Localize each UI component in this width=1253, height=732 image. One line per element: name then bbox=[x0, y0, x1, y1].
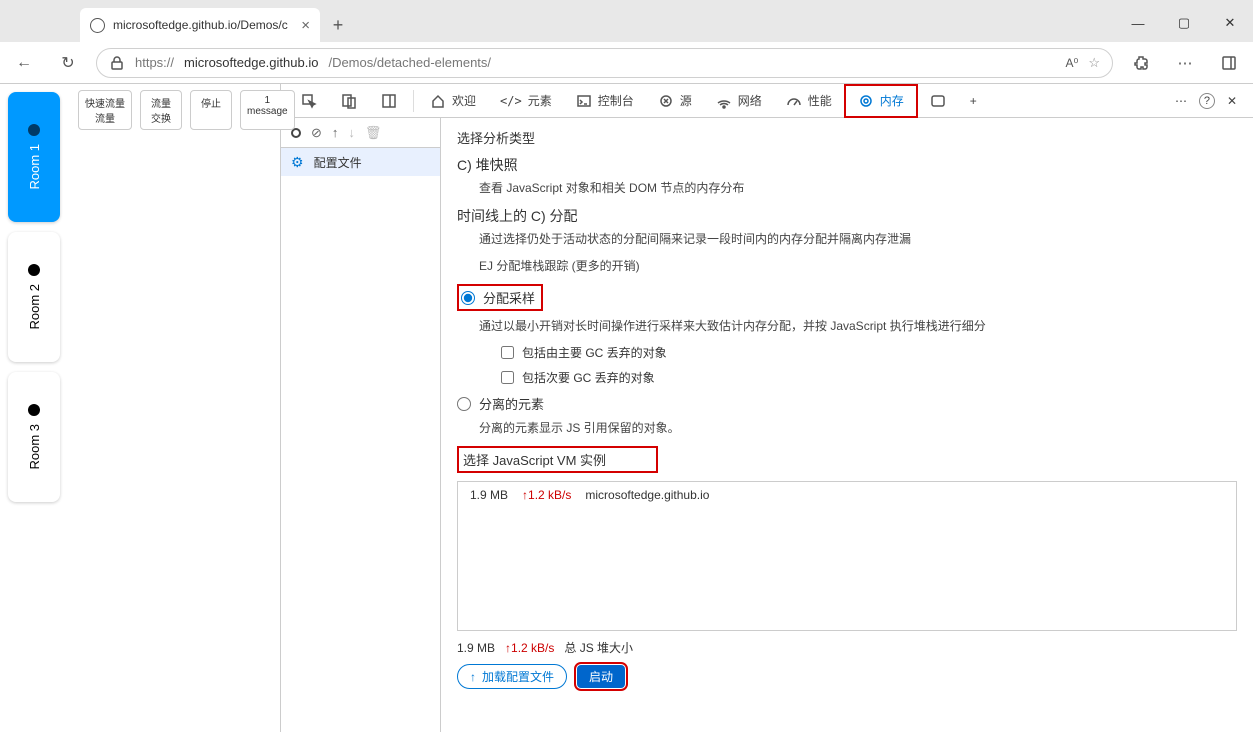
inspect-element-icon[interactable] bbox=[289, 84, 329, 118]
trash-icon[interactable]: 🗑 bbox=[365, 125, 382, 141]
major-gc-checkbox[interactable] bbox=[501, 346, 514, 359]
extensions-icon[interactable] bbox=[1125, 47, 1157, 79]
start-button[interactable]: 启动 bbox=[577, 665, 625, 688]
app-btn-traffic-swap[interactable]: 流量交换 bbox=[140, 90, 182, 130]
settings-icon[interactable]: ⚙ bbox=[291, 154, 304, 171]
clear-icon[interactable]: ⊘ bbox=[311, 125, 322, 141]
tab-network[interactable]: 网络 bbox=[704, 84, 774, 118]
window-controls: — ▢ ✕ bbox=[1115, 4, 1253, 42]
favorite-icon[interactable]: ☆ bbox=[1088, 55, 1100, 71]
heap-snapshot-desc: 查看 JavaScript 对象和相关 DOM 节点的内存分布 bbox=[479, 179, 1237, 196]
detached-radio[interactable] bbox=[457, 397, 471, 411]
profiles-row[interactable]: ⚙ 配置文件 bbox=[281, 148, 440, 176]
vm-instance-list[interactable]: 1.9 MB ↑1.2 kB/s microsoftedge.github.io bbox=[457, 481, 1237, 631]
memory-main-panel: 选择分析类型 C) 堆快照 查看 JavaScript 对象和相关 DOM 节点… bbox=[441, 118, 1253, 732]
timeline-alloc-desc: 通过选择仍处于活动状态的分配间隔来记录一段时间内的内存分配并隔离内存泄漏 bbox=[479, 230, 1237, 247]
memory-toolbar: ⊘ ↑ ↓ 🗑 bbox=[281, 118, 440, 148]
window-titlebar: microsoftedge.github.io/Demos/c × + — ▢ … bbox=[0, 0, 1253, 42]
profiles-label: 配置文件 bbox=[314, 154, 362, 171]
url-protocol: https:// bbox=[135, 55, 174, 70]
total-label: 总 JS 堆大小 bbox=[564, 639, 633, 656]
heap-snapshot-title: C) 堆快照 bbox=[457, 155, 1237, 175]
sampling-title: 分配采样 bbox=[483, 288, 535, 307]
app-action-buttons: 快速流量流量 流量交换 停止 1message bbox=[78, 90, 295, 130]
panel-heading: 选择分析类型 bbox=[457, 128, 1237, 147]
tab-console[interactable]: 控制台 bbox=[564, 84, 646, 118]
back-button[interactable]: ← bbox=[8, 47, 40, 79]
major-gc-label: 包括由主要 GC 丢弃的对象 bbox=[522, 344, 667, 361]
room-2[interactable]: Room 2 bbox=[8, 232, 60, 362]
devtools-help-icon[interactable]: ? bbox=[1199, 93, 1215, 109]
reading-mode-icon[interactable]: A⁰ bbox=[1066, 56, 1079, 70]
refresh-button[interactable]: ↻ bbox=[52, 47, 84, 79]
vm-rate: ↑1.2 kB/s bbox=[522, 488, 571, 502]
room-3[interactable]: Room 3 bbox=[8, 372, 60, 502]
devtools-tabstrip: 欢迎 </>元素 控制台 源 网络 性能 内存 + ⋯ ? ✕ bbox=[281, 84, 1253, 118]
tab-title: microsoftedge.github.io/Demos/c bbox=[113, 18, 288, 32]
devtools-panel: 欢迎 </>元素 控制台 源 网络 性能 内存 + ⋯ ? ✕ ⊘ ↑ ↓ bbox=[280, 84, 1253, 732]
tab-elements[interactable]: </>元素 bbox=[488, 84, 564, 118]
sidebar-toggle-icon[interactable] bbox=[1213, 47, 1245, 79]
tab-performance[interactable]: 性能 bbox=[774, 84, 844, 118]
total-size: 1.9 MB bbox=[457, 641, 495, 655]
device-toggle-icon[interactable] bbox=[329, 84, 369, 118]
load-profile-button[interactable]: ↑ 加载配置文件 bbox=[457, 664, 567, 689]
allocation-sampling-option[interactable]: 分配采样 bbox=[457, 284, 1237, 311]
url-path: /Demos/detached-elements/ bbox=[328, 55, 491, 70]
globe-icon bbox=[90, 18, 105, 33]
vm-instance-row[interactable]: 1.9 MB ↑1.2 kB/s microsoftedge.github.io bbox=[458, 482, 1236, 508]
app-btn-message[interactable]: 1message bbox=[240, 90, 295, 130]
maximize-button[interactable]: ▢ bbox=[1161, 4, 1207, 42]
minor-gc-label: 包括次要 GC 丢弃的对象 bbox=[522, 369, 655, 386]
devtools-close-icon[interactable]: ✕ bbox=[1227, 94, 1237, 108]
tab-memory[interactable]: 内存 bbox=[844, 84, 918, 118]
app-btn-stop[interactable]: 停止 bbox=[190, 90, 232, 130]
minimize-button[interactable]: — bbox=[1115, 4, 1161, 42]
detached-title: 分离的元素 bbox=[479, 394, 544, 413]
tab-welcome[interactable]: 欢迎 bbox=[418, 84, 488, 118]
memory-sidebar: ⊘ ↑ ↓ 🗑 ⚙ 配置文件 bbox=[281, 118, 441, 732]
tab-app-icon[interactable] bbox=[918, 84, 958, 118]
timeline-alloc-title: 时间线上的 C) 分配 bbox=[457, 206, 1237, 226]
close-window-button[interactable]: ✕ bbox=[1207, 4, 1253, 42]
app-btn-fast-traffic[interactable]: 快速流量流量 bbox=[78, 90, 132, 130]
vm-section-label: 选择 JavaScript VM 实例 bbox=[463, 450, 606, 469]
vm-size: 1.9 MB bbox=[470, 488, 508, 502]
main-area: Room 1 Room 2 Room 3 欢迎 </>元素 控制台 源 网络 性… bbox=[0, 84, 1253, 732]
timeline-alloc-sub: EJ 分配堆栈跟踪 (更多的开销) bbox=[479, 257, 1237, 274]
download-icon[interactable]: ↓ bbox=[348, 125, 355, 140]
tab-add-button[interactable]: + bbox=[958, 84, 989, 118]
detached-desc: 分离的元素显示 JS 引用保留的对象。 bbox=[479, 419, 1237, 436]
upload-icon[interactable]: ↑ bbox=[332, 125, 339, 140]
minor-gc-checkbox[interactable] bbox=[501, 371, 514, 384]
room-1[interactable]: Room 1 bbox=[8, 92, 60, 222]
dock-side-icon[interactable] bbox=[369, 84, 409, 118]
detached-elements-option[interactable]: 分离的元素 bbox=[457, 394, 1237, 413]
vm-host: microsoftedge.github.io bbox=[585, 488, 709, 502]
address-bar[interactable]: https:// microsoftedge.github.io/Demos/de… bbox=[96, 48, 1113, 78]
devtools-more-icon[interactable]: ⋯ bbox=[1175, 94, 1187, 108]
sampling-radio[interactable] bbox=[461, 291, 475, 305]
url-host: microsoftedge.github.io bbox=[184, 55, 318, 70]
browser-toolbar: ← ↻ https:// microsoftedge.github.io/Demo… bbox=[0, 42, 1253, 84]
app-room-sidebar: Room 1 Room 2 Room 3 bbox=[0, 84, 70, 732]
new-tab-button[interactable]: + bbox=[320, 8, 356, 42]
browser-tab[interactable]: microsoftedge.github.io/Demos/c × bbox=[80, 8, 320, 42]
more-icon[interactable]: ⋯ bbox=[1169, 47, 1201, 79]
sampling-desc: 通过以最小开销对长时间操作进行采样来大致估计内存分配，并按 JavaScript… bbox=[479, 317, 1237, 334]
total-rate: ↑1.2 kB/s bbox=[505, 641, 554, 655]
close-tab-icon[interactable]: × bbox=[301, 17, 310, 34]
lock-icon bbox=[109, 55, 125, 71]
tab-sources[interactable]: 源 bbox=[646, 84, 704, 118]
